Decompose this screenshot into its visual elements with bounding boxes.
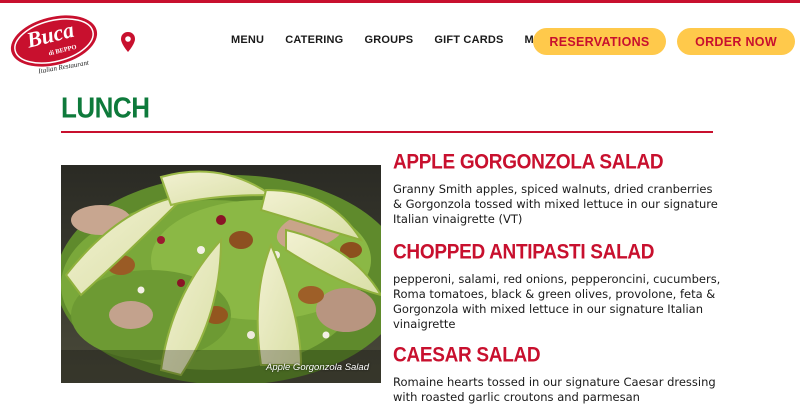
nav-gift-cards[interactable]: GIFT CARDS — [434, 34, 503, 46]
nav-groups[interactable]: GROUPS — [364, 34, 413, 46]
menu-item: APPLE GORGONZOLA SALAD Granny Smith appl… — [393, 151, 723, 227]
salad-photo: Apple Gorgonzola Salad — [61, 165, 381, 383]
site-header: Buca di BEPPO Italian Restaurant MENU CA… — [0, 3, 800, 79]
menu-item-description: pepperoni, salami, red onions, pepperonc… — [393, 272, 721, 331]
section-divider — [61, 131, 713, 133]
order-now-button[interactable]: ORDER NOW — [677, 28, 795, 55]
menu-item: CAESAR SALAD Romaine hearts tossed in ou… — [393, 344, 723, 405]
menu-item-title[interactable]: CAESAR SALAD — [393, 344, 723, 368]
menu-item: CHOPPED ANTIPASTI SALAD pepperoni, salam… — [393, 241, 723, 332]
buca-di-beppo-logo[interactable]: Buca di BEPPO Italian Restaurant — [8, 11, 100, 76]
location-pin-icon[interactable] — [120, 31, 136, 53]
menu-item-title[interactable]: CHOPPED ANTIPASTI SALAD — [393, 241, 723, 265]
main-nav: MENU CATERING GROUPS GIFT CARDS MORE — [231, 34, 571, 46]
section-title: LUNCH — [61, 91, 150, 124]
menu-item-title[interactable]: APPLE GORGONZOLA SALAD — [393, 151, 723, 175]
menu-item-description: Granny Smith apples, spiced walnuts, dri… — [393, 182, 718, 226]
nav-menu[interactable]: MENU — [231, 34, 264, 46]
nav-catering[interactable]: CATERING — [285, 34, 343, 46]
menu-item-description: Romaine hearts tossed in our signature C… — [393, 375, 716, 404]
reservations-button[interactable]: RESERVATIONS — [533, 28, 666, 55]
photo-caption: Apple Gorgonzola Salad — [266, 362, 369, 373]
